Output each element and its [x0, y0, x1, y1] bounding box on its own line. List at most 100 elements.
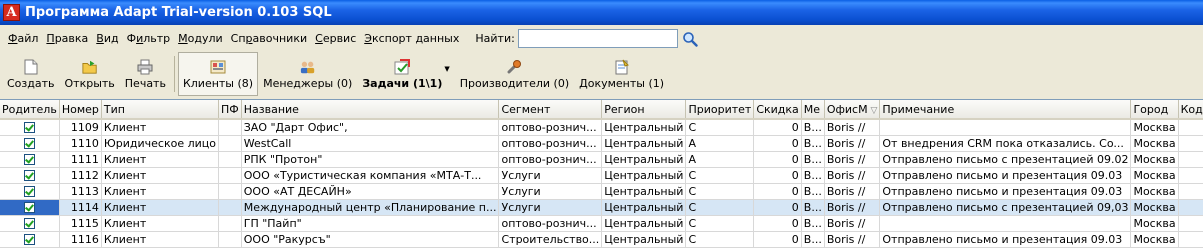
managers-button[interactable]: Менеджеры (0) — [258, 52, 357, 96]
tasks-button[interactable]: Задачи (1\1) ▼ — [357, 52, 454, 96]
search-label: Найти: — [475, 32, 515, 45]
cell-type: Клиент — [101, 119, 220, 136]
column-header[interactable]: Название — [241, 100, 500, 120]
cell-code — [1178, 167, 1203, 184]
cell-num: 1113 — [59, 183, 102, 200]
column-header[interactable]: Скидка — [753, 100, 802, 120]
cell-code — [1178, 199, 1203, 216]
menu-item-0[interactable]: Файл — [4, 32, 42, 45]
cell-type: Клиент — [101, 231, 220, 248]
cell-segment: оптово-рознич... — [498, 215, 603, 232]
cell-note: Отправлено письмо с презентацией 09,03 — [879, 199, 1132, 216]
column-header[interactable]: Регион — [601, 100, 687, 120]
column-header[interactable]: Номер — [59, 100, 102, 120]
column-header[interactable]: Сегмент — [498, 100, 603, 120]
parent-checkbox[interactable] — [23, 170, 35, 181]
cell-segment: оптово-рознич... — [498, 151, 603, 168]
cell-type: Юридическое лицо — [101, 135, 220, 152]
column-header[interactable]: Код — [1178, 100, 1203, 120]
toolbar-separator — [173, 56, 175, 92]
parent-checkbox[interactable] — [23, 202, 35, 213]
cell-segment: Услуги — [498, 183, 603, 200]
search-button[interactable] — [680, 29, 700, 49]
table-row[interactable]: 1111 Клиент РПК "Протон" оптово-рознич... Це… — [0, 151, 1203, 168]
parent-checkbox[interactable] — [23, 186, 35, 197]
cell-code — [1178, 151, 1203, 168]
table-row[interactable]: 1113 Клиент ООО «АТ ДЕСАЙН» Услуги Центральн… — [0, 183, 1203, 200]
producers-button[interactable]: Производители (0) — [455, 52, 574, 96]
menu-items: Файл Правка Вид Фильтр Модули Справочники Серв… — [4, 32, 463, 45]
parent-cell[interactable] — [0, 199, 60, 216]
print-label: Печать — [124, 76, 166, 90]
app-icon: A — [3, 4, 20, 21]
column-header[interactable]: Город — [1130, 100, 1179, 120]
table-row[interactable]: 1116 Клиент ООО "Ракурсъ" Строительство... Ц… — [0, 231, 1203, 248]
parent-cell[interactable] — [0, 167, 60, 184]
cell-priority: C — [685, 119, 755, 136]
menu-item-6[interactable]: Сервис — [311, 32, 360, 45]
cell-num: 1109 — [59, 119, 102, 136]
cell-code — [1178, 183, 1203, 200]
cell-me: В... — [801, 135, 825, 152]
create-button[interactable]: Создать — [2, 52, 60, 96]
column-header[interactable]: Тип — [101, 100, 220, 120]
cell-priority: C — [685, 167, 755, 184]
menu-item-7[interactable]: Экспорт данных — [360, 32, 463, 45]
column-header[interactable]: ПФ — [218, 100, 242, 120]
cell-priority: C — [685, 231, 755, 248]
cell-region: Центральный — [601, 231, 687, 248]
table-row[interactable]: 1112 Клиент ООО «Туристическая компания «М… — [0, 167, 1203, 184]
parent-checkbox[interactable] — [23, 138, 35, 149]
parent-checkbox[interactable] — [23, 234, 35, 245]
table-row[interactable]: 1114 Клиент Международный центр «Планирова… — [0, 199, 1203, 216]
menu-item-1[interactable]: Правка — [42, 32, 92, 45]
managers-label: Менеджеры (0) — [263, 76, 353, 90]
table-row[interactable]: 1109 Клиент ЗАО "Дарт Офис", оптово-рознич.… — [0, 119, 1203, 136]
cell-priority: C — [685, 199, 755, 216]
parent-cell[interactable] — [0, 183, 60, 200]
parent-cell[interactable] — [0, 135, 60, 152]
parent-cell[interactable] — [0, 151, 60, 168]
parent-checkbox[interactable] — [23, 218, 35, 229]
print-button[interactable]: Печать — [120, 52, 171, 96]
parent-checkbox[interactable] — [23, 154, 35, 165]
parent-checkbox[interactable] — [23, 122, 35, 134]
cell-city: Москва — [1130, 199, 1179, 216]
column-header[interactable]: Ме — [801, 100, 825, 120]
cell-pf — [218, 119, 242, 136]
column-header[interactable]: Примечание — [879, 100, 1132, 120]
column-header[interactable]: Приоритет — [685, 100, 755, 120]
clients-grid[interactable]: Родитель Номер Тип ПФ Название Сегмент Регион П… — [0, 99, 1203, 250]
parent-cell[interactable] — [0, 231, 60, 248]
documents-label: Документы (1) — [579, 76, 665, 90]
cell-me: В... — [801, 215, 825, 232]
magnifier-icon — [683, 31, 698, 47]
documents-button[interactable]: Документы (1) — [574, 52, 669, 96]
menu-item-5[interactable]: Справочники — [227, 32, 311, 45]
cell-type: Клиент — [101, 215, 220, 232]
cell-office: Boris // — [824, 119, 881, 136]
menu-item-4[interactable]: Модули — [174, 32, 227, 45]
window-titlebar[interactable]: A Программа Adapt Trial-version 0.103 SQ… — [0, 0, 1203, 25]
clients-button[interactable]: Клиенты (8) — [177, 52, 259, 96]
grid-header-row: Родитель Номер Тип ПФ Название Сегмент Регион П… — [0, 100, 1203, 120]
menu-item-2[interactable]: Вид — [92, 32, 122, 45]
column-header[interactable]: ОфисМ ▽ — [824, 100, 881, 120]
menu-item-3[interactable]: Фильтр — [123, 32, 175, 45]
column-header[interactable]: Родитель — [0, 100, 60, 120]
cell-num: 1116 — [59, 231, 102, 248]
search-input[interactable] — [517, 29, 678, 48]
cell-type: Клиент — [101, 199, 220, 216]
sort-arrow-icon: ▽ — [867, 105, 878, 116]
table-row[interactable]: 1110 Юридическое лицо WestCall оптово-розни… — [0, 135, 1203, 152]
cell-name: ООО «Туристическая компания «МТА-Т... — [241, 167, 500, 184]
cell-region: Центральный — [601, 119, 687, 136]
grid-body: 1109 Клиент ЗАО "Дарт Офис", оптово-рознич.… — [0, 119, 1203, 248]
table-row[interactable]: 1115 Клиент ГП "Пайп" оптово-рознич... Центр… — [0, 215, 1203, 232]
open-button[interactable]: Открыть — [60, 52, 120, 96]
cell-pf — [218, 199, 242, 216]
tasks-dropdown-arrow-icon[interactable]: ▼ — [444, 65, 449, 73]
parent-cell[interactable] — [0, 215, 60, 232]
parent-cell[interactable] — [0, 119, 60, 136]
cell-code — [1178, 119, 1203, 136]
